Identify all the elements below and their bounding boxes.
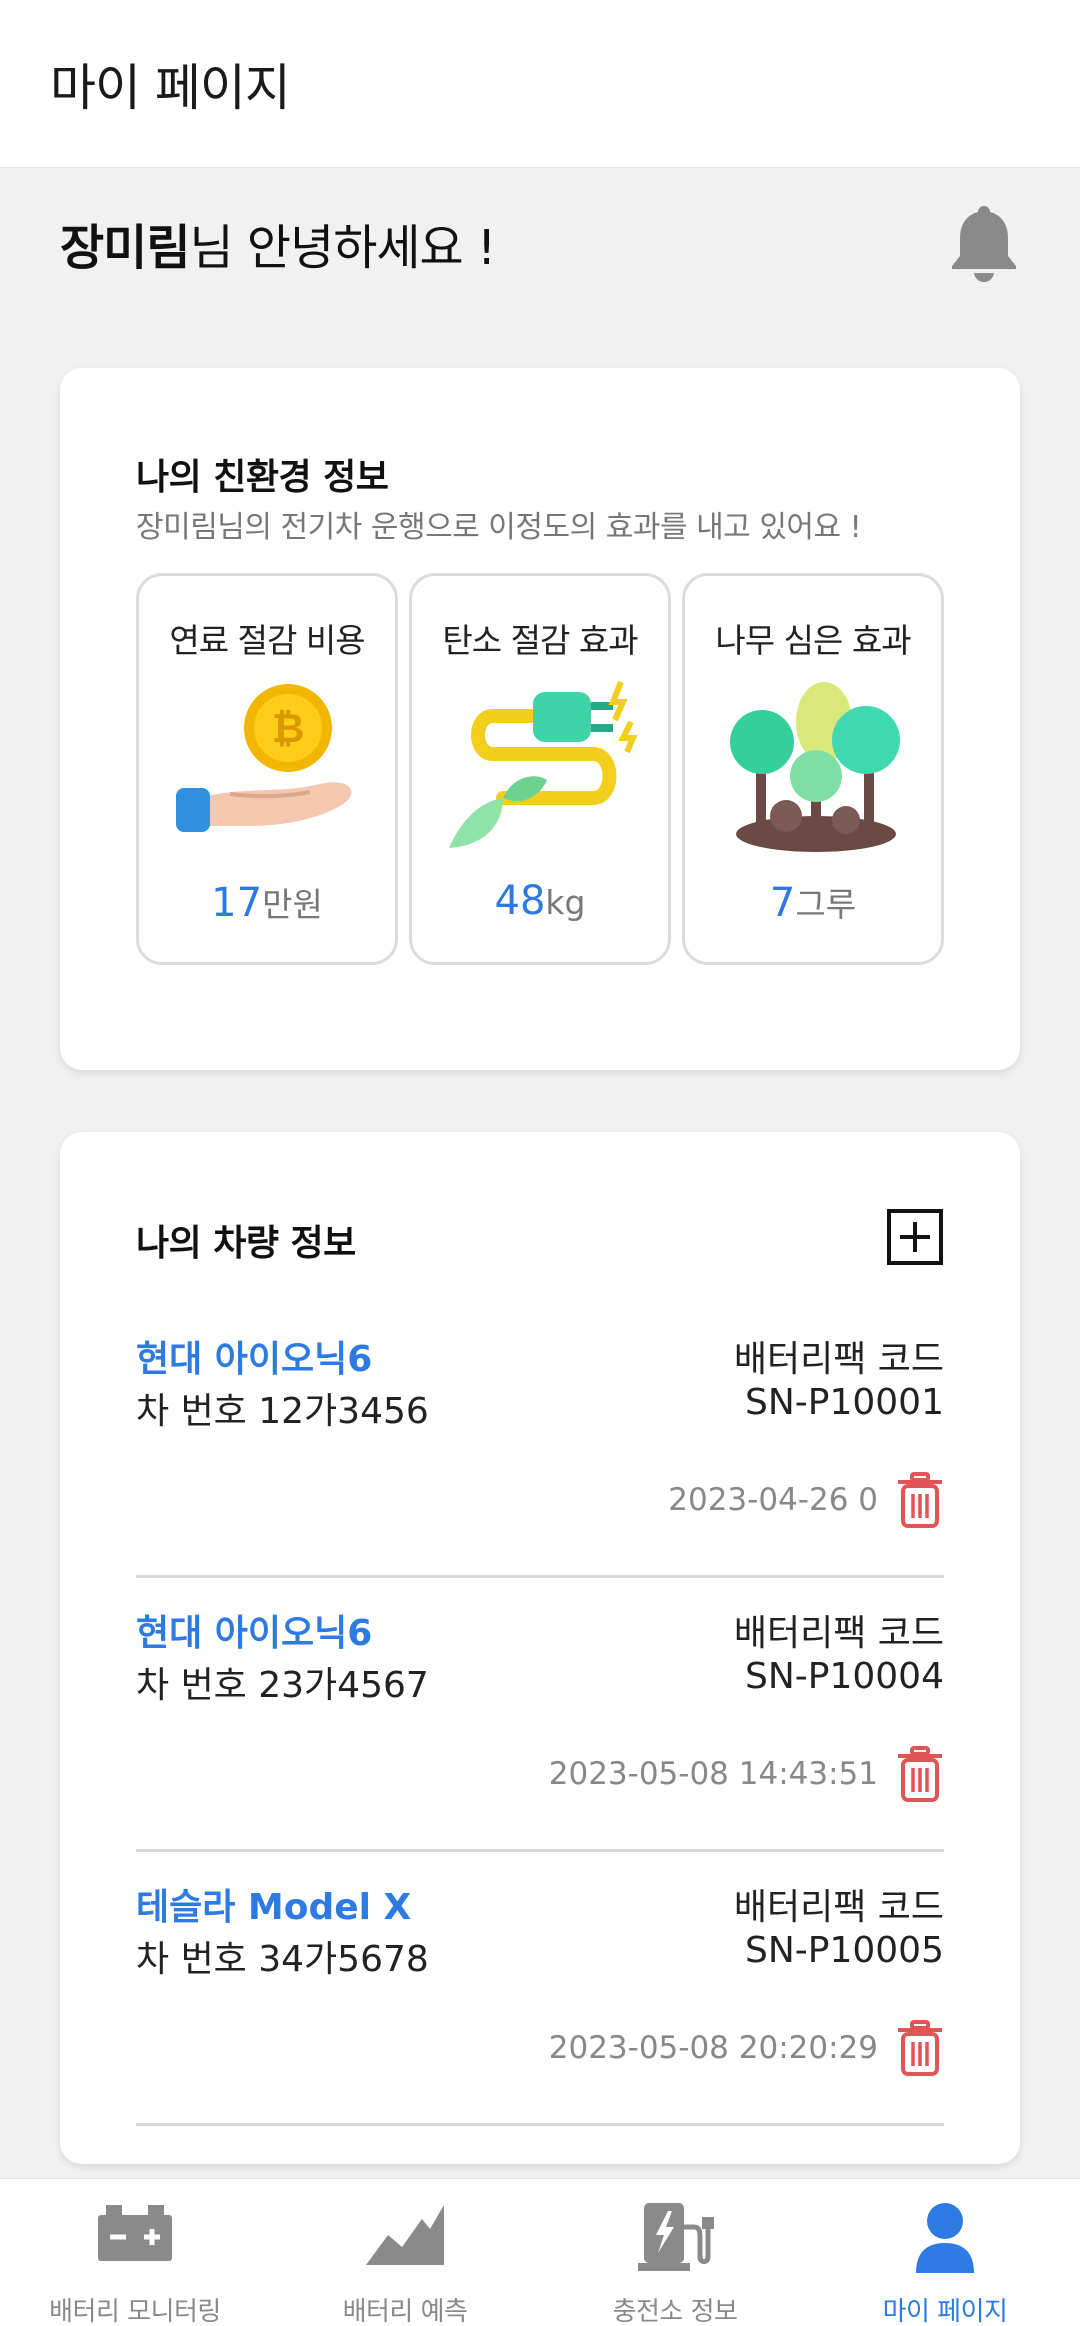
tile-label: 연료 절감 비용 [169, 621, 365, 660]
user-name: 장미림 [60, 220, 190, 276]
tile-value: 7그루 [769, 880, 857, 926]
eco-title: 나의 친환경 정보 [136, 457, 389, 498]
user-icon [916, 2203, 974, 2273]
vehicle-title: 나의 차량 정보 [136, 1223, 356, 1264]
vehicle-plate: 차 번호 34가5678 [136, 1939, 429, 1980]
eco-info-card: 나의 친환경 정보 장미림님의 전기차 운행으로 이정도의 효과를 내고 있어요… [60, 368, 1020, 1070]
tree-planting-tile: 나무 심은 효과 7그루 [682, 573, 944, 965]
trees-icon [730, 682, 900, 852]
battery-code-label: 배터리팩 코드 [733, 1887, 944, 1928]
registered-date: 2023-04-26 0 [668, 1482, 878, 1518]
fuel-saving-tile: 연료 절감 비용 ₿ 17만원 [136, 573, 398, 965]
vehicle-item[interactable]: 현대 아이오닉6 차 번호 12가3456 배터리팩 코드 SN-P10001 … [136, 1304, 944, 1578]
tile-value: 17만원 [211, 880, 323, 926]
vehicle-item[interactable]: 테슬라 Model X 차 번호 34가5678 배터리팩 코드 SN-P100… [136, 1852, 944, 2126]
app-bar: 마이 페이지 [0, 0, 1080, 168]
trash-icon[interactable] [896, 1746, 944, 1802]
vehicle-item[interactable]: 현대 아이오닉6 차 번호 23가4567 배터리팩 코드 SN-P10004 … [136, 1578, 944, 1852]
nav-label: 배터리 모니터링 [49, 2297, 221, 2326]
greeting-message: 님 안녕하세요 ! [189, 220, 496, 276]
vehicle-model: 테슬라 Model X [136, 1887, 412, 1928]
battery-code-label: 배터리팩 코드 [733, 1613, 944, 1654]
nav-label: 충전소 정보 [612, 2297, 738, 2326]
battery-code-label: 배터리팩 코드 [733, 1339, 944, 1380]
battery-code: SN-P10004 [744, 1656, 944, 1697]
trash-icon[interactable] [896, 1472, 944, 1528]
registered-date: 2023-05-08 20:20:29 [548, 2030, 878, 2066]
registered-date: 2023-05-08 14:43:51 [548, 1756, 878, 1792]
page-title: 마이 페이지 [50, 58, 291, 117]
nav-label: 마이 페이지 [882, 2297, 1008, 2326]
add-vehicle-button[interactable] [886, 1208, 944, 1266]
eco-subtitle: 장미림님의 전기차 운행으로 이정도의 효과를 내고 있어요 ! [136, 510, 862, 545]
nav-battery-monitoring[interactable]: 배터리 모니터링 [0, 2179, 270, 2326]
tile-value: 48kg [494, 878, 586, 924]
vehicle-plate: 차 번호 23가4567 [136, 1665, 429, 1706]
tile-label: 나무 심은 효과 [715, 621, 911, 660]
greeting: 장미림 님 안녕하세요 ! [60, 208, 496, 278]
charging-station-icon [638, 2203, 714, 2271]
tile-label: 탄소 절감 효과 [442, 621, 638, 660]
nav-charging-station[interactable]: 충전소 정보 [540, 2179, 810, 2326]
svg-text:₿: ₿ [272, 706, 305, 752]
carbon-saving-tile: 탄소 절감 효과 48kg [409, 573, 671, 965]
nav-my-page[interactable]: 마이 페이지 [810, 2179, 1080, 2326]
nav-battery-prediction[interactable]: 배터리 예측 [270, 2179, 540, 2326]
nav-label: 배터리 예측 [342, 2297, 468, 2326]
chart-area-icon [366, 2205, 444, 2265]
battery-icon [98, 2205, 172, 2261]
vehicle-plate: 차 번호 12가3456 [136, 1391, 429, 1432]
vehicle-info-card: 나의 차량 정보 현대 아이오닉6 차 번호 12가3456 배터리팩 코드 S… [60, 1132, 1020, 2164]
plug-leaf-icon [449, 680, 638, 848]
trash-icon[interactable] [896, 2020, 944, 2076]
battery-code: SN-P10001 [744, 1382, 944, 1423]
battery-code: SN-P10005 [744, 1930, 944, 1971]
coin-hand-icon: ₿ [176, 684, 352, 832]
bell-icon[interactable] [946, 202, 1022, 282]
vehicle-model: 현대 아이오닉6 [136, 1613, 373, 1654]
bottom-nav: 배터리 모니터링 배터리 예측 충전소 정보 마이 페이지 [0, 2178, 1080, 2326]
vehicle-model: 현대 아이오닉6 [136, 1339, 373, 1380]
